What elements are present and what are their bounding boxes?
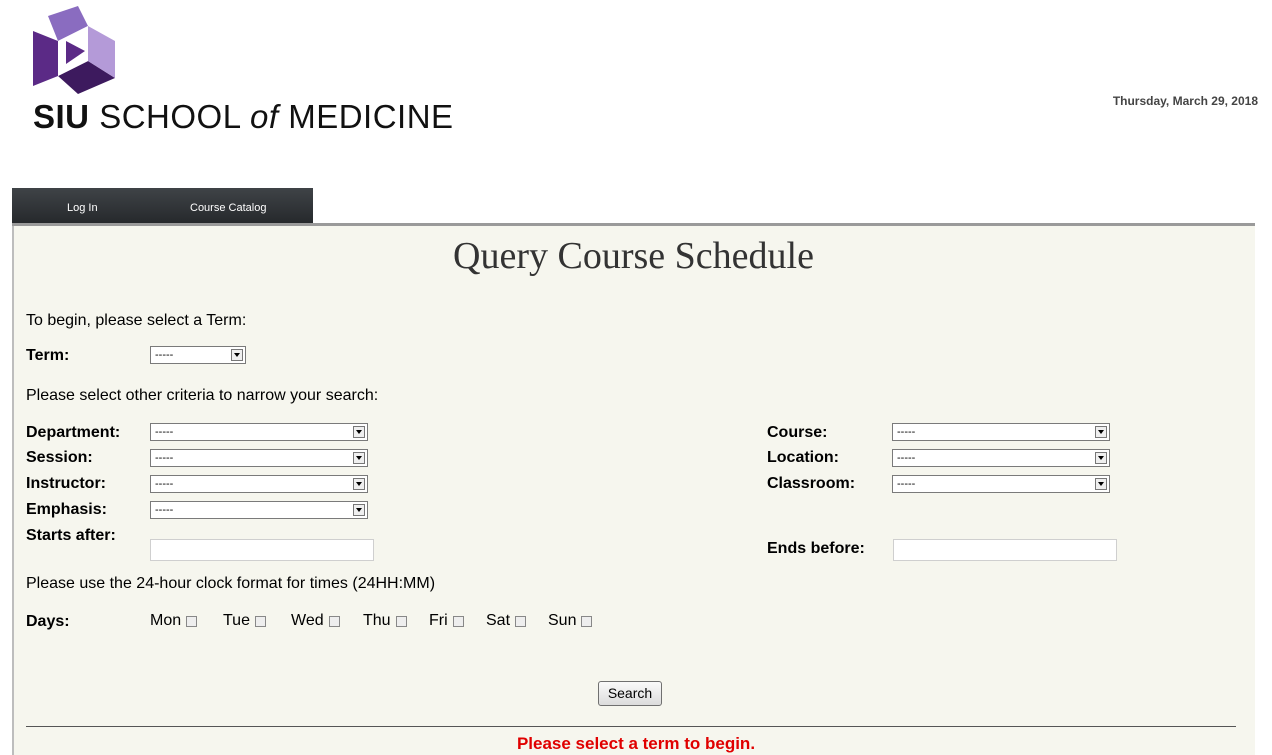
session-select[interactable]: ----- xyxy=(150,449,368,467)
chevron-down-icon xyxy=(1095,478,1107,490)
department-select[interactable]: ----- xyxy=(150,423,368,441)
day-wed-checkbox[interactable] xyxy=(328,615,340,627)
instructor-select[interactable]: ----- xyxy=(150,475,368,493)
course-label: Course: xyxy=(767,424,828,441)
chevron-down-icon xyxy=(353,478,365,490)
panel-border xyxy=(12,226,14,755)
instructor-select-value: ----- xyxy=(155,478,174,490)
day-thu-checkbox[interactable] xyxy=(395,615,407,627)
department-select-value: ----- xyxy=(155,426,174,438)
chevron-down-icon xyxy=(353,452,365,464)
day-wed-label: Wed xyxy=(291,612,324,629)
criteria-intro-text: Please select other criteria to narrow y… xyxy=(26,387,379,404)
term-label: Term: xyxy=(26,347,70,364)
nav-course-catalog-link[interactable]: Course Catalog xyxy=(190,202,266,214)
page-title: Query Course Schedule xyxy=(453,235,814,277)
day-tue-label: Tue xyxy=(223,612,250,629)
classroom-select-value: ----- xyxy=(897,478,916,490)
term-select-value: ----- xyxy=(155,349,174,361)
starts-after-input[interactable] xyxy=(150,539,374,561)
day-fri-label: Fri xyxy=(429,612,448,629)
day-tue-checkbox[interactable] xyxy=(254,615,266,627)
ends-before-label: Ends before: xyxy=(767,540,865,557)
divider xyxy=(26,726,1236,727)
location-select[interactable]: ----- xyxy=(892,449,1110,467)
day-sun: Sun xyxy=(548,612,593,630)
day-sat-checkbox[interactable] xyxy=(515,615,527,627)
top-nav: Log In Course Catalog xyxy=(12,188,313,223)
day-wed: Wed xyxy=(291,612,340,630)
day-thu: Thu xyxy=(363,612,407,630)
classroom-select[interactable]: ----- xyxy=(892,475,1110,493)
day-thu-label: Thu xyxy=(363,612,391,629)
day-mon-label: Mon xyxy=(150,612,182,629)
day-fri-checkbox[interactable] xyxy=(452,615,464,627)
time-format-hint: Please use the 24-hour clock format for … xyxy=(26,575,436,592)
day-mon: Mon xyxy=(150,612,198,630)
error-message: Please select a term to begin. xyxy=(516,734,756,753)
location-select-value: ----- xyxy=(897,452,916,464)
chevron-down-icon xyxy=(1095,426,1107,438)
day-mon-checkbox[interactable] xyxy=(186,615,198,627)
day-sun-checkbox[interactable] xyxy=(581,615,593,627)
logo-mark-icon xyxy=(33,6,115,94)
course-select[interactable]: ----- xyxy=(892,423,1110,441)
starts-after-label: Starts after: xyxy=(26,527,116,544)
course-select-value: ----- xyxy=(897,426,916,438)
current-date: Thursday, March 29, 2018 xyxy=(1112,94,1258,108)
search-button[interactable]: Search xyxy=(598,681,662,706)
department-label: Department: xyxy=(26,424,121,441)
day-sat-label: Sat xyxy=(486,612,511,629)
day-fri: Fri xyxy=(429,612,464,630)
logo-wordmark: SIU SCHOOL of MEDICINE xyxy=(33,98,454,135)
term-select[interactable]: ----- xyxy=(150,346,246,364)
session-select-value: ----- xyxy=(155,452,174,464)
chevron-down-icon xyxy=(353,426,365,438)
day-sun-label: Sun xyxy=(548,612,577,629)
location-label: Location: xyxy=(767,449,839,466)
session-label: Session: xyxy=(26,449,93,466)
emphasis-select-value: ----- xyxy=(155,504,174,516)
nav-login-link[interactable]: Log In xyxy=(67,202,98,214)
intro-text: To begin, please select a Term: xyxy=(26,312,247,329)
ends-before-input[interactable] xyxy=(893,539,1117,561)
day-sat: Sat xyxy=(486,612,527,630)
chevron-down-icon xyxy=(231,349,243,361)
chevron-down-icon xyxy=(1095,452,1107,464)
classroom-label: Classroom: xyxy=(767,475,856,492)
day-tue: Tue xyxy=(223,612,266,630)
siu-logo: SIU SCHOOL of MEDICINE xyxy=(33,6,453,141)
emphasis-select[interactable]: ----- xyxy=(150,501,368,519)
chevron-down-icon xyxy=(353,504,365,516)
emphasis-label: Emphasis: xyxy=(26,501,107,518)
instructor-label: Instructor: xyxy=(26,475,106,492)
days-label: Days: xyxy=(26,613,70,630)
